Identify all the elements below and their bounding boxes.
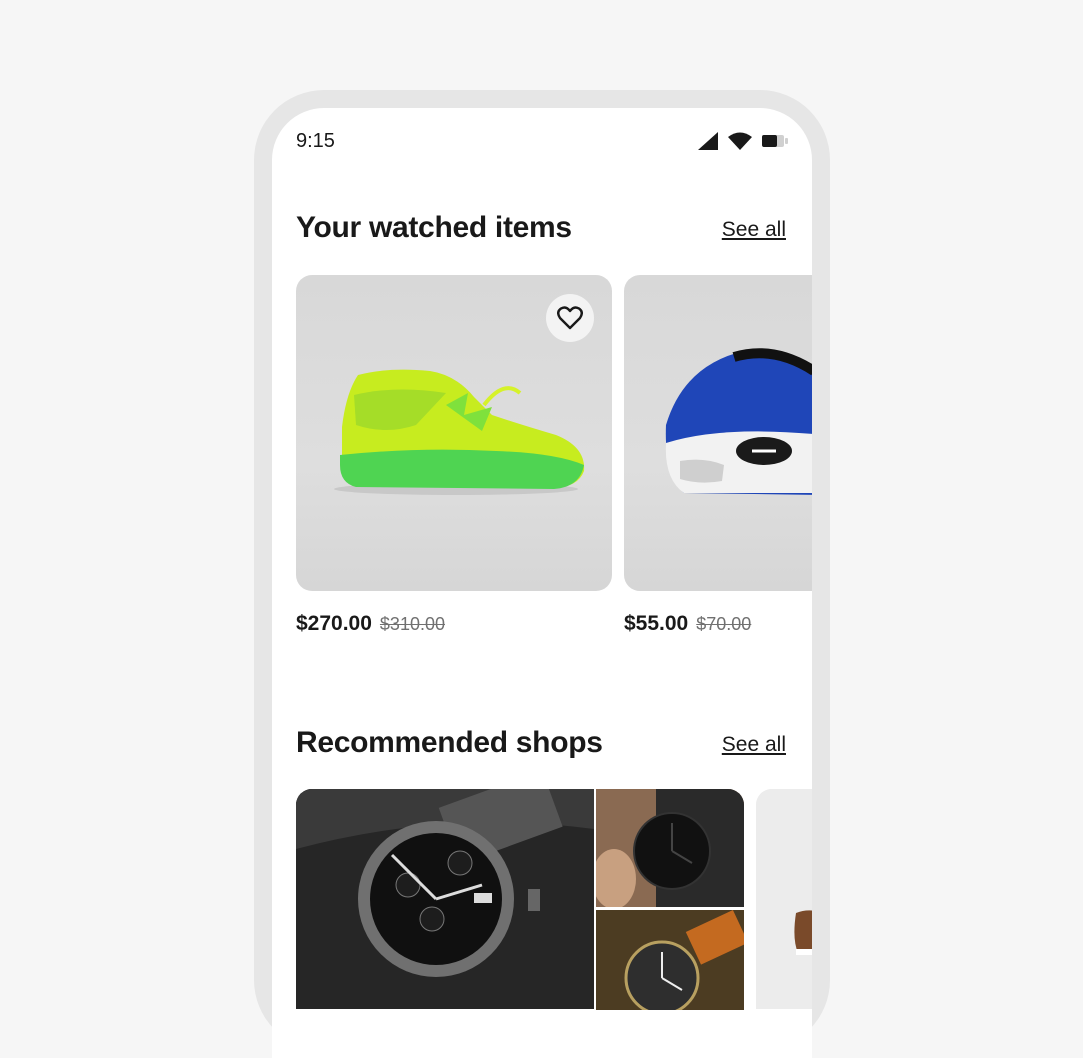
blue-sneaker-image (665, 348, 812, 495)
status-icons (698, 132, 788, 150)
leather-strap-watch-image (596, 910, 744, 1010)
shop-tile-main[interactable] (296, 789, 594, 1009)
shop-tile-bottom-right[interactable] (596, 910, 744, 1010)
price: $270.00 (296, 612, 372, 635)
minimal-watch-image (596, 789, 744, 907)
watched-section-title: Your watched items (296, 211, 572, 244)
shoe-product-image (756, 789, 812, 1009)
shops-section-title: Recommended shops (296, 726, 603, 759)
wifi-icon (728, 132, 752, 150)
shop-tile-next[interactable] (756, 789, 812, 1009)
shops-see-all-link[interactable]: See all (722, 733, 786, 757)
original-price: $70.00 (696, 614, 752, 634)
heart-icon (557, 306, 583, 330)
price: $55.00 (624, 612, 689, 635)
watched-see-all-link[interactable]: See all (722, 218, 786, 242)
status-bar: 9:15 (272, 108, 812, 178)
chronograph-watch-image (296, 789, 594, 1009)
watched-item-2-image[interactable] (624, 275, 812, 591)
watch-toggle-button[interactable] (546, 294, 594, 342)
status-time: 9:15 (296, 130, 335, 152)
battery-icon (762, 135, 788, 147)
watched-item-1-price-row: $270.00 $310.00 (296, 612, 445, 636)
watched-item-2-price-row: $55.00 $70.00 (624, 612, 751, 636)
original-price: $310.00 (379, 614, 445, 634)
signal-icon (698, 132, 718, 150)
app-screen: 9:15 Your watched items See all $270.00 … (272, 108, 812, 1058)
shop-tile-top-right[interactable] (596, 789, 744, 907)
watched-item-1-image[interactable] (296, 275, 612, 591)
